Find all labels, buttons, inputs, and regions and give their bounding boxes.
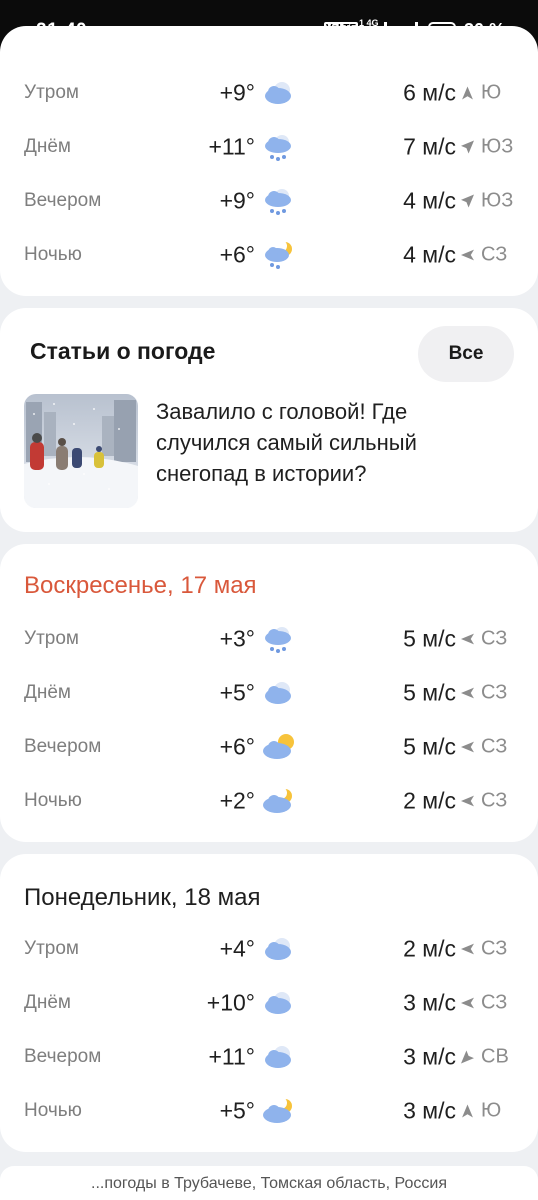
forecast-card-monday[interactable]: Понедельник, 18 мая Утром +4° 2 м/с СЗ Д… [0,854,538,1152]
arrow-sw-icon [461,194,474,208]
wind-direction: ЮЗ [481,189,514,212]
temperature: +9° [219,187,255,214]
footer-bar: ...погоды в Трубачеве, Томская область, … [0,1166,538,1200]
wind-speed: 3 м/с [403,1043,456,1070]
wind-speed: 5 м/с [403,625,456,652]
period-label: Ночью [24,244,82,265]
arrow-sw-icon [461,140,474,154]
article-thumbnail[interactable] [24,394,138,508]
forecast-row[interactable]: Днём +10° 3 м/с СЗ [0,976,538,1030]
forecast-row[interactable]: Ночью +6° 4 м/с СЗ [0,228,538,282]
forecast-row[interactable]: Днём +5° 5 м/с СЗ [0,666,538,720]
cloud-icon [262,988,296,1018]
rain-cloud-icon [262,132,296,162]
forecast-row[interactable]: Вечером +9° 4 м/с ЮЗ [0,174,538,228]
temperature: +11° [208,1043,255,1070]
wind-speed: 2 м/с [403,787,456,814]
day-title: Понедельник, 18 мая [24,884,261,911]
wind-speed: 5 м/с [403,679,456,706]
moon-cloud-icon [262,1096,296,1126]
wind-speed: 4 м/с [403,241,456,268]
temperature: +11° [208,133,255,160]
arrow-nw-icon [461,943,474,955]
period-label: Ночью [24,1100,82,1121]
all-articles-button[interactable]: Все [418,326,514,382]
period-label: Ночью [24,790,82,811]
forecast-row[interactable]: Утром +9° 6 м/с Ю [0,66,538,120]
wind-speed: 2 м/с [403,935,456,962]
period-label: Вечером [24,1046,102,1067]
moon-rain-cloud-icon [262,240,296,270]
footer-location-text[interactable]: ...погоды в Трубачеве, Томская область, … [0,1175,538,1193]
forecast-row[interactable]: Утром +3° 5 м/с СЗ [0,612,538,666]
temperature: +5° [219,679,255,706]
wind-direction: СВ [481,1045,509,1068]
forecast-card-today[interactable]: Утром +9° 6 м/с Ю Днём +11° 7 м/с ЮЗ Веч… [0,26,538,296]
period-label: Утром [24,82,79,103]
arrow-s-icon [462,1104,473,1118]
wind-direction: СЗ [481,937,508,960]
wind-speed: 3 м/с [403,1097,456,1124]
forecast-row[interactable]: Ночью +2° 2 м/с СЗ [0,774,538,828]
period-label: Днём [24,136,71,157]
period-label: Днём [24,992,71,1013]
temperature: +9° [219,79,255,106]
wind-speed: 5 м/с [403,733,456,760]
wind-direction: Ю [481,81,502,104]
arrow-nw-icon [461,687,474,699]
arrow-s-icon [462,86,473,100]
wind-direction: СЗ [481,735,508,758]
forecast-row[interactable]: Ночью +5° 3 м/с Ю [0,1084,538,1138]
period-label: Утром [24,628,79,649]
forecast-card-sunday[interactable]: Воскресенье, 17 мая Утром +3° 5 м/с СЗ Д… [0,544,538,842]
wind-direction: Ю [481,1099,502,1122]
forecast-row[interactable]: Вечером +11° 3 м/с СВ [0,1030,538,1084]
sun-cloud-icon [262,732,296,762]
forecast-row[interactable]: Вечером +6° 5 м/с СЗ [0,720,538,774]
articles-card: Статьи о погоде Все Завалило с головой! … [0,308,538,532]
arrow-nw-icon [461,249,474,261]
temperature: +3° [219,625,255,652]
wind-direction: СЗ [481,243,508,266]
wind-direction: СЗ [481,991,508,1014]
rain-cloud-icon [262,186,296,216]
cloud-icon [262,78,296,108]
temperature: +6° [219,733,255,760]
article-headline[interactable]: Завалило с головой! Где случился самый с… [156,396,476,489]
wind-speed: 7 м/с [403,133,456,160]
temperature: +10° [206,989,255,1016]
wind-direction: СЗ [481,627,508,650]
wind-speed: 3 м/с [403,989,456,1016]
forecast-row[interactable]: Днём +11° 7 м/с ЮЗ [0,120,538,174]
arrow-nw-icon [461,633,474,645]
wind-direction: СЗ [481,789,508,812]
arrow-ne-icon [461,1050,474,1064]
wind-speed: 6 м/с [403,79,456,106]
wind-speed: 4 м/с [403,187,456,214]
arrow-nw-icon [461,997,474,1009]
arrow-nw-icon [461,741,474,753]
articles-title: Статьи о погоде [30,338,216,364]
cloud-icon [262,678,296,708]
forecast-row[interactable]: Утром +4° 2 м/с СЗ [0,922,538,976]
wind-direction: ЮЗ [481,135,514,158]
cloud-icon [262,1042,296,1072]
day-title: Воскресенье, 17 мая [24,572,257,599]
temperature: +6° [219,241,255,268]
temperature: +2° [219,787,255,814]
period-label: Днём [24,682,71,703]
period-label: Утром [24,938,79,959]
rain-cloud-icon [262,624,296,654]
period-label: Вечером [24,190,102,211]
cloud-icon [262,934,296,964]
arrow-nw-icon [461,795,474,807]
period-label: Вечером [24,736,102,757]
temperature: +4° [219,935,255,962]
wind-direction: СЗ [481,681,508,704]
moon-cloud-icon [262,786,296,816]
temperature: +5° [219,1097,255,1124]
